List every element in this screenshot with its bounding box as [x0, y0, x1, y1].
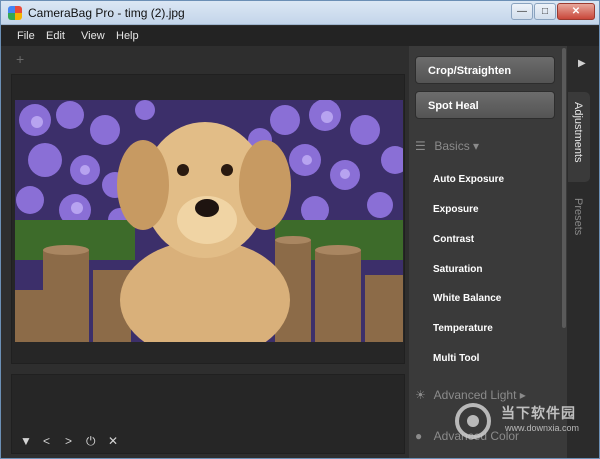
title-bar[interactable]: CameraBag Pro - timg (2).jpg — □ ✕ [1, 1, 599, 25]
menu-bar: File Edit View Help [1, 26, 599, 46]
menu-help[interactable]: Help [116, 30, 139, 42]
basics-label: Basics [434, 139, 470, 153]
watermark-text: 当下软件园 [501, 405, 576, 421]
app-logo-icon [8, 6, 22, 20]
collapse-panel-icon[interactable]: ▶ [578, 58, 586, 69]
add-icon[interactable]: + [16, 51, 24, 67]
close-button[interactable]: ✕ [557, 3, 595, 20]
photo-preview[interactable] [15, 100, 403, 342]
adjustment-temperature[interactable]: Temperature [433, 323, 493, 334]
advanced-light-section-header[interactable]: ☀ Advanced Light ▸ [415, 388, 526, 402]
adjustment-multi-tool[interactable]: Multi Tool [433, 353, 479, 364]
adjustment-exposure[interactable]: Exposure [433, 204, 479, 215]
minimize-button[interactable]: — [511, 3, 533, 20]
menu-file[interactable]: File [17, 30, 35, 42]
close-icon[interactable]: ✕ [108, 434, 118, 448]
tab-presets-label: Presets [572, 198, 584, 236]
crop-straighten-button[interactable]: Crop/Straighten [415, 56, 555, 84]
tab-adjustments[interactable]: Adjustments [568, 92, 590, 182]
app-window: CameraBag Pro - timg (2).jpg — □ ✕ File … [0, 0, 600, 459]
maximize-button[interactable]: □ [534, 3, 556, 20]
dropdown-arrow-icon[interactable]: ▼ [20, 434, 32, 448]
menu-view[interactable]: View [81, 30, 105, 42]
sliders-icon: ☰ [415, 139, 426, 153]
panel-scrollbar[interactable] [562, 48, 566, 328]
basics-section-header[interactable]: ☰ Basics ▾ [415, 139, 479, 153]
adjustment-saturation[interactable]: Saturation [433, 264, 482, 275]
menu-edit[interactable]: Edit [46, 30, 65, 42]
workspace: + ▼ < > ⏻ ✕ [1, 46, 409, 458]
adjustments-panel: Crop/Straighten Spot Heal ☰ Basics ▾ Aut… [409, 46, 567, 458]
adjustment-white-balance[interactable]: White Balance [433, 293, 501, 304]
adjustment-auto-exposure[interactable]: Auto Exposure [433, 174, 504, 185]
filmstrip-panel: ▼ < > ⏻ ✕ [11, 374, 405, 454]
color-drop-icon: ● [415, 429, 423, 443]
puppy-photo [15, 100, 403, 342]
tabs-strip: ▶ Adjustments Presets [567, 46, 599, 458]
spot-heal-button[interactable]: Spot Heal [415, 91, 555, 119]
sun-icon: ☀ [415, 388, 426, 402]
advanced-light-label: Advanced Light [433, 388, 517, 402]
image-panel [11, 74, 405, 364]
tab-presets[interactable]: Presets [568, 192, 590, 242]
previous-icon[interactable]: < [43, 434, 50, 448]
adjustment-contrast[interactable]: Contrast [433, 234, 474, 245]
window-title: CameraBag Pro - timg (2).jpg [28, 6, 185, 20]
next-icon[interactable]: > [65, 434, 72, 448]
power-icon[interactable]: ⏻ [86, 434, 96, 449]
chevron-right-icon: ▸ [519, 388, 526, 402]
chevron-down-icon: ▾ [473, 139, 480, 153]
watermark: 当下软件园 www.downxia.com [453, 401, 593, 441]
tab-adjustments-label: Adjustments [572, 102, 584, 163]
watermark-logo-icon [455, 403, 491, 439]
watermark-url: www.downxia.com [505, 423, 580, 433]
